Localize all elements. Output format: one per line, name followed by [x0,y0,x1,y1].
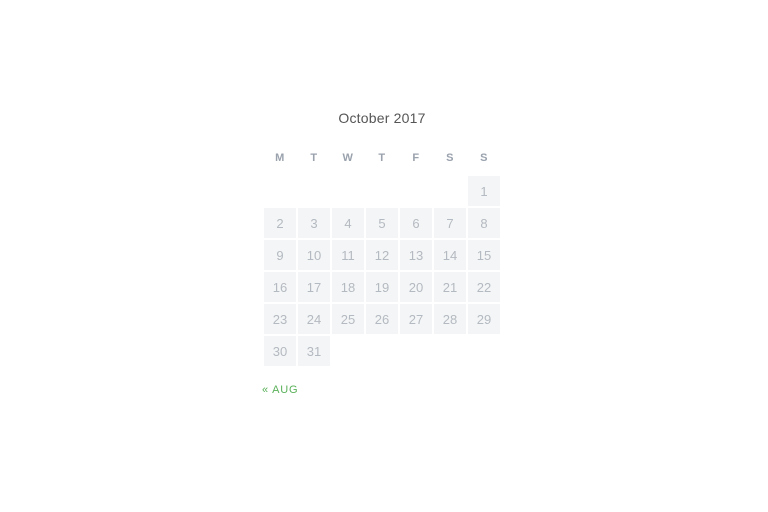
calendar-day[interactable]: 10 [298,240,330,270]
calendar-pad [366,336,398,366]
calendar-day[interactable]: 11 [332,240,364,270]
calendar-pad [264,176,296,206]
calendar-day[interactable]: 21 [434,272,466,302]
calendar-day[interactable]: 18 [332,272,364,302]
calendar-row: 23242526272829 [264,304,500,334]
calendar-day[interactable]: 20 [400,272,432,302]
weekday-header: F [400,146,432,174]
calendar-pad [366,176,398,206]
weekday-header: S [468,146,500,174]
calendar-row: 1 [264,176,500,206]
weekday-header: T [366,146,398,174]
calendar-day[interactable]: 13 [400,240,432,270]
calendar-day[interactable]: 29 [468,304,500,334]
calendar-day[interactable]: 9 [264,240,296,270]
calendar-row: 16171819202122 [264,272,500,302]
calendar-row: 2345678 [264,208,500,238]
calendar-table: M T W T F S S 12345678910111213141516171… [262,144,502,368]
calendar-day[interactable]: 1 [468,176,500,206]
calendar-day[interactable]: 27 [400,304,432,334]
calendar-day[interactable]: 17 [298,272,330,302]
calendar-pad [434,336,466,366]
weekday-header: S [434,146,466,174]
calendar-body: 1234567891011121314151617181920212223242… [264,176,500,366]
calendar-day[interactable]: 31 [298,336,330,366]
calendar-pad [400,176,432,206]
prev-month-link[interactable]: « AUG [262,384,298,396]
calendar-day[interactable]: 14 [434,240,466,270]
calendar-day[interactable]: 4 [332,208,364,238]
weekday-header: T [298,146,330,174]
calendar-row: 3031 [264,336,500,366]
calendar-day[interactable]: 28 [434,304,466,334]
calendar-day[interactable]: 25 [332,304,364,334]
calendar-pad [332,176,364,206]
calendar-pad [332,336,364,366]
calendar-day[interactable]: 5 [366,208,398,238]
calendar-day[interactable]: 16 [264,272,296,302]
calendar-day[interactable]: 8 [468,208,500,238]
calendar-day[interactable]: 15 [468,240,500,270]
calendar-day[interactable]: 12 [366,240,398,270]
calendar-title: October 2017 [262,110,502,126]
calendar-widget: October 2017 M T W T F S S 1234567891011… [262,110,502,396]
calendar-pad [298,176,330,206]
calendar-day[interactable]: 23 [264,304,296,334]
calendar-nav: « AUG [262,384,502,396]
weekday-header: M [264,146,296,174]
calendar-pad [400,336,432,366]
calendar-day[interactable]: 19 [366,272,398,302]
calendar-day[interactable]: 3 [298,208,330,238]
calendar-day[interactable]: 2 [264,208,296,238]
calendar-day[interactable]: 22 [468,272,500,302]
calendar-pad [434,176,466,206]
calendar-row: 9101112131415 [264,240,500,270]
weekday-header: W [332,146,364,174]
calendar-day[interactable]: 26 [366,304,398,334]
calendar-day[interactable]: 7 [434,208,466,238]
calendar-day[interactable]: 24 [298,304,330,334]
calendar-pad [468,336,500,366]
calendar-day[interactable]: 6 [400,208,432,238]
calendar-day[interactable]: 30 [264,336,296,366]
calendar-weekday-row: M T W T F S S [264,146,500,174]
